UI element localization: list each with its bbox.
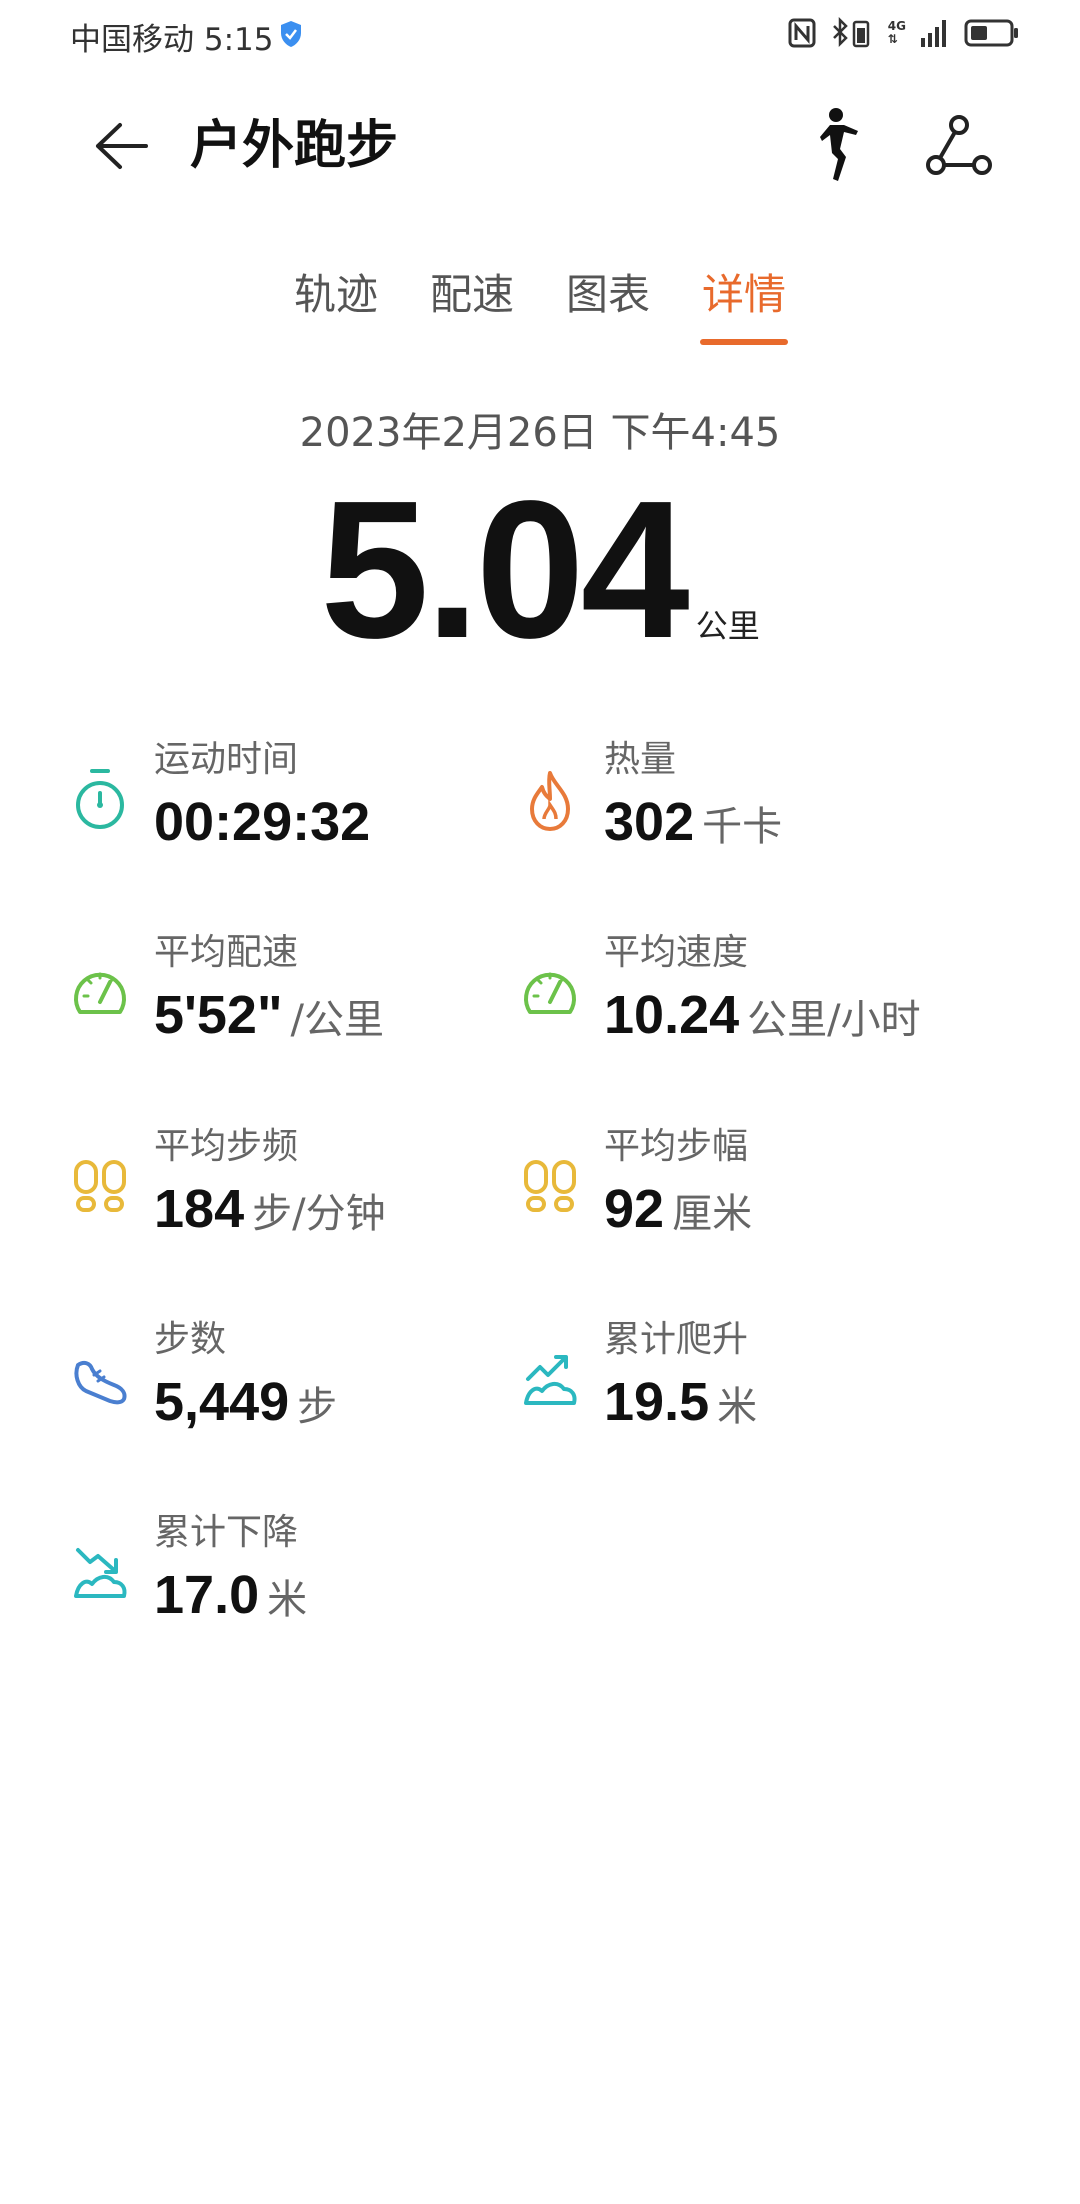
footprints-icon bbox=[74, 1160, 126, 1212]
metric-value-row: 17.0 米 bbox=[154, 1560, 307, 1643]
distance-summary: 5.04 公里 bbox=[0, 470, 1080, 670]
battery-icon bbox=[964, 19, 1018, 47]
metric-label: 平均步频 bbox=[154, 1126, 299, 1167]
metric-value-row: 5'52"/公里 bbox=[154, 980, 384, 1063]
metric-value: 5,449 bbox=[154, 1372, 290, 1432]
metric-value: 302 bbox=[604, 792, 695, 852]
metric-unit: 厘米 bbox=[672, 1191, 753, 1237]
metric-label: 步数 bbox=[154, 1319, 227, 1360]
shield-icon bbox=[281, 21, 301, 47]
metric-value: 5'52" bbox=[154, 985, 283, 1045]
status-bar: 中国移动 5:15 4G ⇅ bbox=[0, 0, 1080, 70]
metric-label: 累计爬升 bbox=[604, 1319, 749, 1360]
metric-value: 92 bbox=[604, 1179, 665, 1239]
back-arrow-icon bbox=[96, 123, 148, 169]
tab-details[interactable]: 详情 bbox=[700, 265, 789, 355]
descent-icon bbox=[74, 1548, 127, 1598]
metric-avg-stride: 平均步幅 92 厘米 bbox=[520, 1122, 960, 1272]
metric-value: 17.0 bbox=[154, 1565, 260, 1625]
tab-pace[interactable]: 配速 bbox=[428, 265, 516, 355]
metric-unit: 米 bbox=[267, 1577, 308, 1623]
metric-value-row: 92 厘米 bbox=[604, 1174, 752, 1257]
metric-unit: 步 bbox=[297, 1384, 338, 1430]
speedometer-icon bbox=[74, 972, 126, 1014]
speedometer-icon bbox=[524, 972, 576, 1014]
metric-calories: 热量 302 千卡 bbox=[520, 735, 960, 885]
distance-unit: 公里 bbox=[695, 607, 760, 645]
workout-date: 2023年2月26日 下午4:45 bbox=[299, 410, 781, 456]
signal-icon bbox=[921, 20, 946, 47]
metric-avg-pace: 平均配速 5'52"/公里 bbox=[70, 928, 510, 1078]
metric-value: 184 bbox=[154, 1179, 245, 1239]
page-title: 户外跑步 bbox=[190, 116, 399, 176]
metric-label: 平均配速 bbox=[154, 932, 299, 973]
metric-label: 平均步幅 bbox=[604, 1126, 749, 1167]
metric-value-row: 00:29:32 bbox=[154, 787, 378, 870]
metric-unit: 公里/小时 bbox=[747, 997, 921, 1043]
metric-label: 累计下降 bbox=[154, 1512, 299, 1553]
header: 户外跑步 bbox=[0, 95, 1080, 195]
metric-unit: 千卡 bbox=[702, 804, 783, 850]
metric-total-descent: 累计下降 17.0 米 bbox=[70, 1508, 510, 1658]
running-posture-icon[interactable] bbox=[800, 105, 870, 185]
metric-steps: 步数 5,449 步 bbox=[70, 1315, 510, 1465]
metric-label: 运动时间 bbox=[154, 739, 299, 780]
ascent-icon bbox=[524, 1355, 577, 1405]
shoe-icon bbox=[74, 1360, 127, 1405]
status-carrier-time: 中国移动 5:15 bbox=[70, 22, 274, 58]
footprints-icon bbox=[524, 1160, 576, 1212]
route-share-icon[interactable] bbox=[924, 113, 994, 183]
metric-value-row: 302 千卡 bbox=[604, 787, 782, 870]
metric-value: 10.24 bbox=[604, 985, 740, 1045]
metric-unit: 米 bbox=[717, 1384, 758, 1430]
metric-value-row: 184 步/分钟 bbox=[154, 1174, 386, 1257]
stopwatch-icon bbox=[76, 769, 124, 829]
metric-label: 热量 bbox=[604, 739, 677, 780]
metric-value-row: 19.5 米 bbox=[604, 1367, 757, 1450]
metric-duration: 运动时间 00:29:32 bbox=[70, 735, 510, 885]
metric-label: 平均速度 bbox=[604, 932, 749, 973]
metric-value-row: 5,449 步 bbox=[154, 1367, 337, 1450]
metric-value: 19.5 bbox=[604, 1372, 710, 1432]
tab-track[interactable]: 轨迹 bbox=[292, 265, 380, 355]
metric-unit: /公里 bbox=[290, 997, 385, 1043]
metric-avg-speed: 平均速度 10.24 公里/小时 bbox=[520, 928, 960, 1078]
status-icons: 4G ⇅ bbox=[788, 16, 1020, 50]
nfc-icon bbox=[788, 18, 816, 48]
metric-avg-cadence: 平均步频 184 步/分钟 bbox=[70, 1122, 510, 1272]
distance-value: 5.04 bbox=[320, 460, 689, 679]
tab-bar: 轨迹 配速 图表 详情 bbox=[0, 265, 1080, 355]
metric-value-row: 10.24 公里/小时 bbox=[604, 980, 921, 1063]
metric-unit: 步/分钟 bbox=[252, 1191, 386, 1237]
metric-total-ascent: 累计爬升 19.5 米 bbox=[520, 1315, 960, 1465]
bluetooth-battery-icon bbox=[832, 17, 870, 48]
network-type-icon: 4G ⇅ bbox=[887, 19, 906, 46]
flame-icon bbox=[530, 771, 570, 831]
back-button[interactable] bbox=[85, 115, 155, 177]
tab-chart[interactable]: 图表 bbox=[564, 265, 652, 355]
metric-value: 00:29:32 bbox=[154, 792, 371, 852]
network-arrows-icon: ⇅ bbox=[887, 32, 898, 46]
